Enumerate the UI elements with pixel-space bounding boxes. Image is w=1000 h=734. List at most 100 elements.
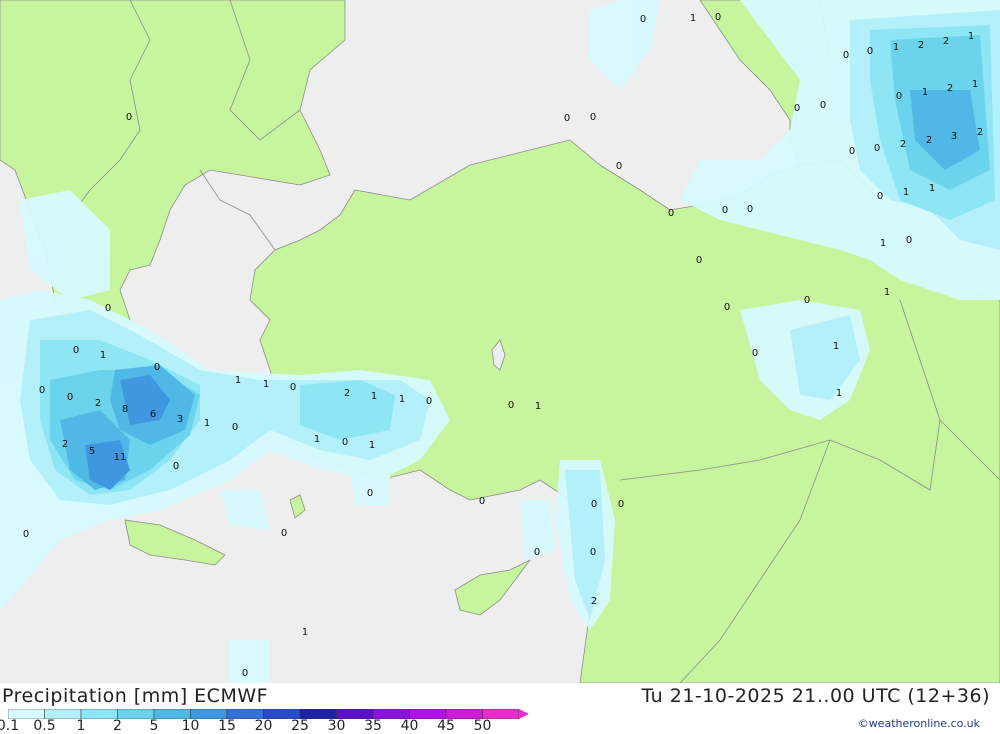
scale-tick-label: 30 bbox=[327, 718, 346, 734]
value-label: 2 bbox=[900, 139, 906, 150]
value-label: 5 bbox=[89, 446, 95, 457]
value-label: 1 bbox=[972, 79, 978, 90]
value-label: 2 bbox=[344, 388, 350, 399]
value-label: 2 bbox=[977, 127, 983, 138]
value-label: 0 bbox=[752, 348, 758, 359]
value-label: 0 bbox=[479, 496, 485, 507]
value-label: 0 bbox=[724, 302, 730, 313]
value-label: 8 bbox=[122, 404, 128, 415]
scale-tick-label: 10 bbox=[181, 718, 200, 734]
value-label: 0 bbox=[618, 499, 624, 510]
value-label: 1 bbox=[235, 375, 241, 386]
scale-tick-label: 0.5 bbox=[33, 718, 56, 734]
value-label: 0 bbox=[794, 103, 800, 114]
value-label: 0 bbox=[591, 499, 597, 510]
scale-tick-label: 45 bbox=[437, 718, 455, 734]
value-label: 2 bbox=[918, 40, 924, 51]
precipitation-map: 0 1 0 0 1 2 2 1 0 0 1 2 1 0 0 0 0 2 2 3 … bbox=[0, 0, 1000, 683]
scale-arrow bbox=[519, 709, 528, 719]
scale-swatch bbox=[80, 709, 118, 719]
value-label: 1 bbox=[884, 287, 890, 298]
value-label: 0 bbox=[232, 422, 238, 433]
value-label: 1 bbox=[100, 350, 106, 361]
value-label: 1 bbox=[836, 388, 842, 399]
value-label: 0 bbox=[534, 547, 540, 558]
value-label: 0 bbox=[804, 295, 810, 306]
value-label: 1 bbox=[314, 434, 320, 445]
value-label: 0 bbox=[877, 191, 883, 202]
value-label: 0 bbox=[508, 400, 514, 411]
value-label: 0 bbox=[126, 112, 132, 123]
scale-tick-label: 0.1 bbox=[0, 718, 20, 734]
value-label: 2 bbox=[95, 398, 101, 409]
value-label: 0 bbox=[640, 14, 646, 25]
value-label: 0 bbox=[281, 528, 287, 539]
value-label: 0 bbox=[715, 12, 721, 23]
value-label: 0 bbox=[590, 112, 596, 123]
value-label: 0 bbox=[896, 91, 902, 102]
scale-tick-label: 35 bbox=[364, 718, 382, 734]
value-label: 0 bbox=[367, 488, 373, 499]
value-label: 0 bbox=[906, 235, 912, 246]
value-label: 2 bbox=[591, 596, 597, 607]
value-label: 0 bbox=[290, 382, 296, 393]
value-label: 1 bbox=[302, 627, 308, 638]
scale-tick-label: 25 bbox=[291, 718, 309, 734]
footer: Precipitation [mm] ECMWF Tu 21-10-2025 2… bbox=[0, 683, 1000, 734]
value-label: 1 bbox=[880, 238, 886, 249]
value-label: 1 bbox=[893, 42, 899, 53]
value-label: 0 bbox=[564, 113, 570, 124]
value-label: 1 bbox=[690, 13, 696, 24]
value-label: 0 bbox=[23, 529, 29, 540]
value-label: 0 bbox=[820, 100, 826, 111]
value-label: 6 bbox=[150, 409, 156, 420]
scale-tick-label: 5 bbox=[149, 718, 159, 734]
value-label: 2 bbox=[947, 83, 953, 94]
scale-tick-label: 1 bbox=[76, 718, 86, 734]
value-label: 0 bbox=[173, 461, 179, 472]
value-label: 0 bbox=[722, 205, 728, 216]
value-label: 2 bbox=[62, 439, 68, 450]
scale-swatch bbox=[117, 709, 155, 719]
value-label: 0 bbox=[73, 345, 79, 356]
value-label: 2 bbox=[943, 36, 949, 47]
scale-tick-label: 50 bbox=[473, 718, 492, 734]
map-title: Precipitation [mm] ECMWF bbox=[2, 685, 269, 707]
value-label: 1 bbox=[399, 394, 405, 405]
value-label: 0 bbox=[696, 255, 702, 266]
value-label: 1 bbox=[922, 87, 928, 98]
value-label: 0 bbox=[843, 50, 849, 61]
value-label: 2 bbox=[926, 135, 932, 146]
value-label: 0 bbox=[867, 46, 873, 57]
value-label: 1 bbox=[371, 391, 377, 402]
scale-tick-label: 20 bbox=[254, 718, 273, 734]
scale-tick-label: 15 bbox=[218, 718, 236, 734]
value-label: 0 bbox=[849, 146, 855, 157]
value-label: 0 bbox=[616, 161, 622, 172]
map-timestamp: Tu 21-10-2025 21..00 UTC (12+36) bbox=[641, 685, 990, 707]
value-label: 0 bbox=[67, 392, 73, 403]
value-label: 0 bbox=[668, 208, 674, 219]
value-label: 0 bbox=[39, 385, 45, 396]
value-label: 1 bbox=[968, 31, 974, 42]
value-label: 0 bbox=[874, 143, 880, 154]
value-label: 1 bbox=[263, 379, 269, 390]
value-label: 1 bbox=[929, 183, 935, 194]
value-label: 0 bbox=[426, 396, 432, 407]
value-label: 0 bbox=[590, 547, 596, 558]
scale-tick-label: 2 bbox=[113, 718, 122, 734]
value-label: 0 bbox=[342, 437, 348, 448]
value-label: 1 bbox=[903, 187, 909, 198]
scale-tick-label: 40 bbox=[400, 718, 419, 734]
value-label: 11 bbox=[114, 452, 127, 463]
value-label: 1 bbox=[369, 440, 375, 451]
value-label: 1 bbox=[833, 341, 839, 352]
value-label: 1 bbox=[204, 418, 210, 429]
value-label: 3 bbox=[177, 414, 183, 425]
value-label: 1 bbox=[535, 401, 541, 412]
value-label: 0 bbox=[105, 303, 111, 314]
value-label: 0 bbox=[154, 362, 160, 373]
credit-link[interactable]: ©weatheronline.co.uk bbox=[858, 717, 980, 730]
value-label: 0 bbox=[747, 204, 753, 215]
value-label: 3 bbox=[951, 131, 957, 142]
